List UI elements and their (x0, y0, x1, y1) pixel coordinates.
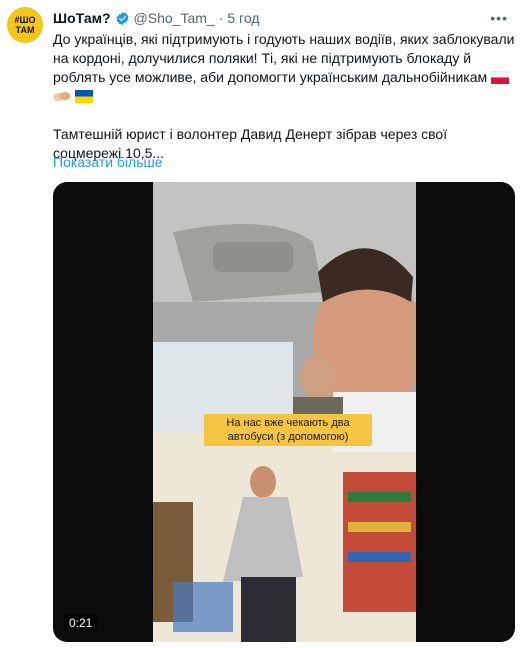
show-more-link[interactable]: Показати більше (53, 154, 163, 170)
video-duration: 0:21 (64, 614, 98, 632)
ukraine-flag-icon (74, 90, 93, 103)
more-options-icon[interactable]: ••• (490, 10, 508, 26)
verified-badge-icon (116, 11, 128, 25)
video-frame (153, 182, 416, 642)
separator-dot: · (218, 10, 224, 26)
tweet-paragraph-1-text: До українців, які підтримують і годують … (53, 31, 515, 85)
video-caption: На нас вже чекають два автобуси (з допом… (204, 414, 372, 446)
avatar[interactable]: #ШО ТАМ (7, 7, 43, 43)
tweet-card[interactable]: #ШО ТАМ ШоТам? @Sho_Tam_ · 5 год ••• До … (0, 0, 522, 648)
tweet-header: ШоТам? @Sho_Tam_ · 5 год (53, 8, 259, 28)
avatar-text-line1: #ШО (14, 15, 36, 25)
handshake-icon (53, 92, 71, 101)
tweet-text: До українців, які підтримують і годують … (53, 30, 515, 163)
avatar-text-line2: ТАМ (15, 25, 35, 35)
poland-flag-icon (491, 71, 509, 84)
author-name[interactable]: ШоТам? (53, 10, 111, 26)
tweet-timestamp[interactable]: 5 год (227, 10, 259, 26)
author-handle[interactable]: @Sho_Tam_ (134, 10, 215, 26)
tweet-paragraph-1: До українців, які підтримують і годують … (53, 30, 515, 106)
video-player[interactable]: На нас вже чекають два автобуси (з допом… (53, 182, 515, 642)
